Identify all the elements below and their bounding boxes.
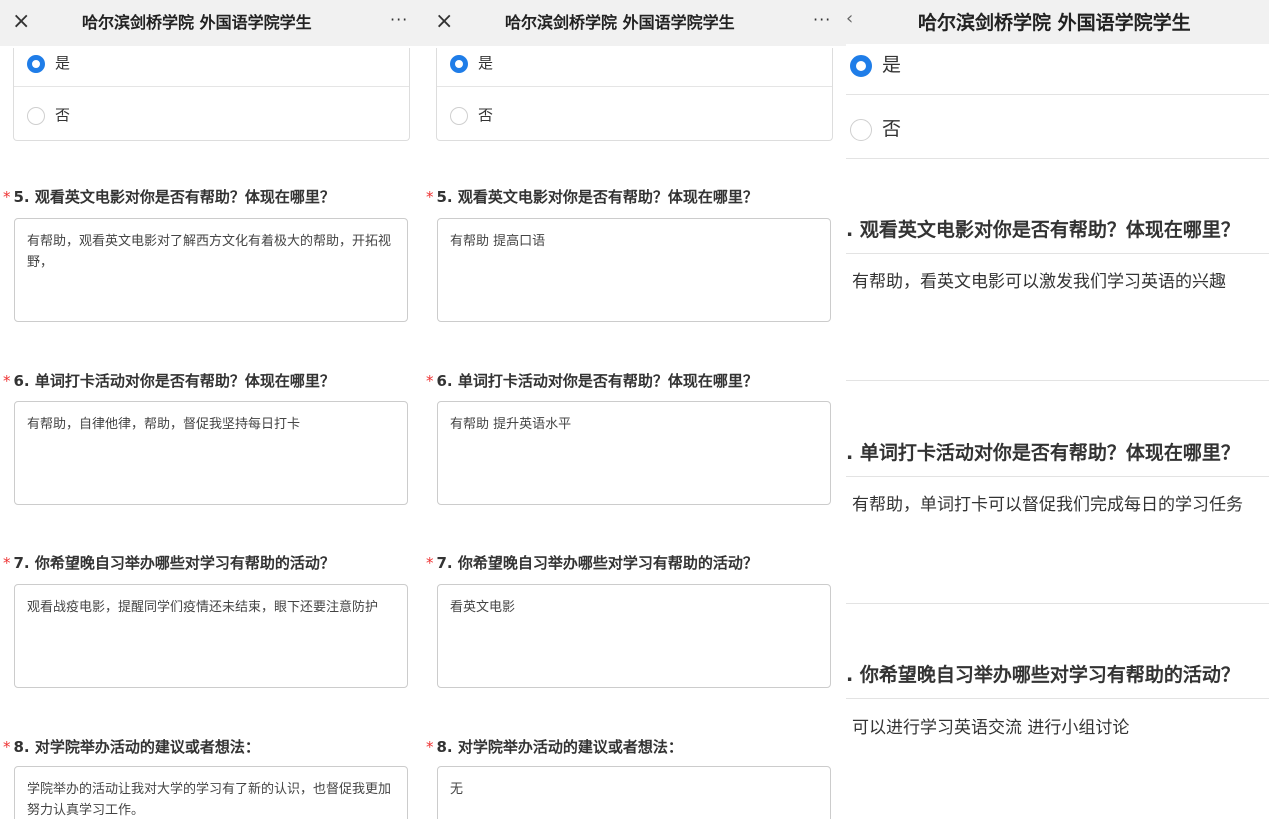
radio-option-yes[interactable]: 是 (850, 50, 901, 77)
answer-textarea[interactable]: 观看战疫电影，提醒同学们疫情还未结束，眼下还要注意防护 (14, 584, 408, 688)
radio-checked-icon (850, 54, 872, 77)
close-icon[interactable]: × (12, 8, 30, 36)
more-options-icon[interactable]: ··· (390, 10, 408, 29)
radio-group: 是 否 (436, 48, 833, 141)
answer-text[interactable]: 有帮助，看英文电影可以激发我们学习英语的兴趣 (852, 267, 1226, 292)
option-label: 否 (478, 106, 494, 124)
divider (437, 86, 832, 87)
required-star: * (3, 188, 11, 206)
more-options-icon[interactable]: ··· (813, 10, 831, 29)
divider (846, 380, 1269, 381)
question-label: * 6. 单词打卡活动对你是否有帮助？体现在哪里？ (426, 372, 758, 390)
required-star: * (426, 738, 434, 756)
divider (846, 158, 1269, 159)
required-star: * (426, 188, 434, 206)
page-title: 哈尔滨剑桥学院 外国语学院学生 (82, 13, 312, 32)
radio-checked-icon (27, 54, 45, 73)
answer-textarea[interactable]: 无 (437, 766, 831, 819)
option-label: 是 (478, 54, 494, 72)
close-icon[interactable]: × (435, 8, 453, 36)
answer-text[interactable]: 可以进行学习英语交流 进行小组讨论 (852, 713, 1129, 738)
question-label: * 7. 你希望晚自习举办哪些对学习有帮助的活动？ (3, 554, 335, 572)
option-label: 否 (55, 106, 71, 124)
question-label: . 观看英文电影对你是否有帮助？体现在哪里？ (846, 219, 1240, 241)
top-bar: × 哈尔滨剑桥学院 外国语学院学生 ··· (0, 0, 423, 46)
survey-panel-1: × 哈尔滨剑桥学院 外国语学院学生 ··· 是 否 * 5. 观看英文电影对你是否… (0, 0, 423, 819)
page-title: 哈尔滨剑桥学院 外国语学院学生 (918, 12, 1191, 34)
question-label: * 7. 你希望晚自习举办哪些对学习有帮助的活动？ (426, 554, 758, 572)
radio-option-yes[interactable]: 是 (27, 52, 70, 73)
divider (846, 94, 1269, 95)
answer-textarea[interactable]: 有帮助 提升英语水平 (437, 401, 831, 505)
divider (846, 476, 1269, 477)
option-label: 否 (882, 118, 902, 140)
answer-textarea[interactable]: 有帮助 提高口语 (437, 218, 831, 322)
answer-textarea[interactable]: 有帮助，观看英文电影对了解西方文化有着极大的帮助，开拓视野， (14, 218, 408, 322)
question-label: * 5. 观看英文电影对你是否有帮助？体现在哪里？ (3, 188, 335, 206)
divider (846, 253, 1269, 254)
question-label: . 单词打卡活动对你是否有帮助？体现在哪里？ (846, 442, 1240, 464)
required-star: * (3, 554, 11, 572)
radio-option-no[interactable]: 否 (450, 104, 493, 125)
divider (846, 698, 1269, 699)
answer-text[interactable]: 有帮助，单词打卡可以督促我们完成每日的学习任务 (852, 490, 1243, 515)
divider (846, 603, 1269, 604)
radio-checked-icon (450, 54, 468, 73)
required-star: * (426, 554, 434, 572)
radio-option-no[interactable]: 否 (850, 114, 901, 141)
radio-option-no[interactable]: 否 (27, 104, 70, 125)
top-bar: × 哈尔滨剑桥学院 外国语学院学生 ··· (423, 0, 846, 46)
page-title: 哈尔滨剑桥学院 外国语学院学生 (505, 13, 735, 32)
required-star: * (426, 372, 434, 390)
radio-option-yes[interactable]: 是 (450, 52, 493, 73)
top-bar: ‹ 哈尔滨剑桥学院 外国语学院学生 (846, 0, 1269, 44)
question-label: * 8. 对学院举办活动的建议或者想法： (426, 738, 683, 756)
survey-panel-3: ‹ 哈尔滨剑桥学院 外国语学院学生 是 否 . 观看英文电影对你是否有帮助？体现… (846, 0, 1269, 819)
answer-textarea[interactable]: 学院举办的活动让我对大学的学习有了新的认识，也督促我更加努力认真学习工作。 (14, 766, 408, 819)
divider (14, 86, 409, 87)
radio-group: 是 否 (13, 48, 410, 141)
question-label: * 5. 观看英文电影对你是否有帮助？体现在哪里？ (426, 188, 758, 206)
required-star: * (3, 372, 11, 390)
answer-textarea[interactable]: 看英文电影 (437, 584, 831, 688)
back-icon[interactable]: ‹ (846, 8, 853, 29)
question-label: * 6. 单词打卡活动对你是否有帮助？体现在哪里？ (3, 372, 335, 390)
required-star: * (3, 738, 11, 756)
radio-unchecked-icon (27, 106, 45, 125)
radio-unchecked-icon (450, 106, 468, 125)
option-label: 是 (55, 54, 71, 72)
question-label: . 你希望晚自习举办哪些对学习有帮助的活动？ (846, 664, 1240, 686)
option-label: 是 (882, 54, 902, 76)
answer-textarea[interactable]: 有帮助，自律他律，帮助，督促我坚持每日打卡 (14, 401, 408, 505)
radio-unchecked-icon (850, 118, 872, 141)
question-label: * 8. 对学院举办活动的建议或者想法： (3, 738, 260, 756)
survey-panel-2: × 哈尔滨剑桥学院 外国语学院学生 ··· 是 否 * 5. 观看英文电影对你是否… (423, 0, 846, 819)
